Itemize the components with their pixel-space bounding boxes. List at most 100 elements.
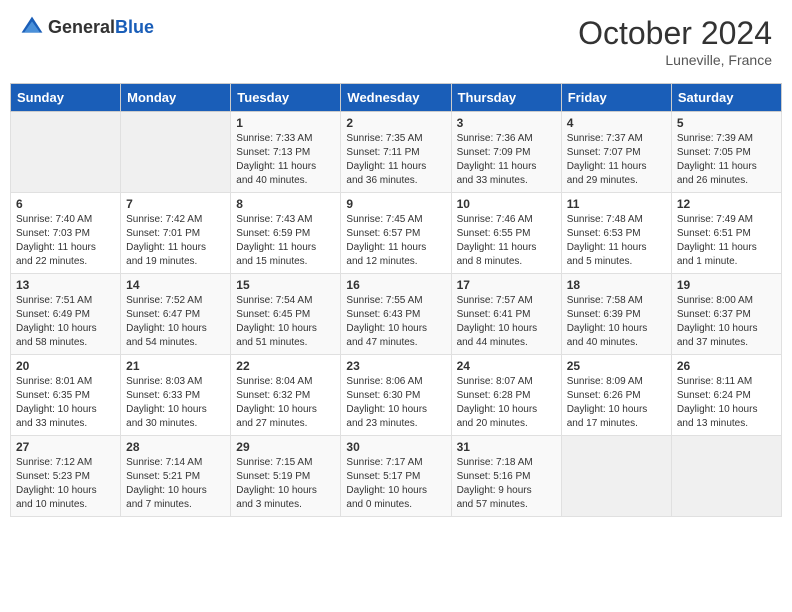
day-info: Sunrise: 8:01 AM Sunset: 6:35 PM Dayligh… — [16, 375, 115, 431]
day-info: Sunrise: 7:43 AM Sunset: 6:59 PM Dayligh… — [236, 213, 335, 269]
logo-text-general: General — [48, 17, 115, 37]
calendar-cell: 22 Sunrise: 8:04 AM Sunset: 6:32 PM Dayli… — [231, 355, 341, 436]
calendar-cell: 24Sunrise: 8:07 AM Sunset: 6:28 PM Dayli… — [451, 355, 561, 436]
day-number: 25 — [567, 359, 666, 373]
calendar-cell: 20 Sunrise: 8:01 AM Sunset: 6:35 PM Dayli… — [11, 355, 121, 436]
calendar-cell: 29 Sunrise: 7:15 AM Sunset: 5:19 PM Dayli… — [231, 436, 341, 517]
calendar-cell: 5 Sunrise: 7:39 AM Sunset: 7:05 PM Daylig… — [671, 112, 781, 193]
calendar-cell: 27Sunrise: 7:12 AM Sunset: 5:23 PM Dayli… — [11, 436, 121, 517]
calendar-cell — [11, 112, 121, 193]
day-info: Sunrise: 7:37 AM Sunset: 7:07 PM Dayligh… — [567, 132, 666, 188]
calendar-cell: 13 Sunrise: 7:51 AM Sunset: 6:49 PM Dayli… — [11, 274, 121, 355]
calendar-cell: 31 Sunrise: 7:18 AM Sunset: 5:16 PM Dayli… — [451, 436, 561, 517]
calendar-cell — [671, 436, 781, 517]
day-info: Sunrise: 7:18 AM Sunset: 5:16 PM Dayligh… — [457, 456, 556, 512]
month-title: October 2024 — [578, 15, 772, 52]
day-number: 21 — [126, 359, 225, 373]
calendar-cell: 8 Sunrise: 7:43 AM Sunset: 6:59 PM Daylig… — [231, 193, 341, 274]
calendar-cell: 10 Sunrise: 7:46 AM Sunset: 6:55 PM Dayli… — [451, 193, 561, 274]
day-info: Sunrise: 7:45 AM Sunset: 6:57 PM Dayligh… — [346, 213, 445, 269]
day-number: 31 — [457, 440, 556, 454]
day-info: Sunrise: 8:03 AM Sunset: 6:33 PM Dayligh… — [126, 375, 225, 431]
day-info: Sunrise: 7:51 AM Sunset: 6:49 PM Dayligh… — [16, 294, 115, 350]
calendar-cell: 1 Sunrise: 7:33 AM Sunset: 7:13 PM Daylig… — [231, 112, 341, 193]
page-header: GeneralBlue October 2024 Luneville, Fran… — [10, 10, 782, 73]
day-info: Sunrise: 7:57 AM Sunset: 6:41 PM Dayligh… — [457, 294, 556, 350]
calendar-cell: 26 Sunrise: 8:11 AM Sunset: 6:24 PM Dayli… — [671, 355, 781, 436]
day-info: Sunrise: 7:40 AM Sunset: 7:03 PM Dayligh… — [16, 213, 115, 269]
calendar-cell: 15 Sunrise: 7:54 AM Sunset: 6:45 PM Dayli… — [231, 274, 341, 355]
calendar-cell: 23 Sunrise: 8:06 AM Sunset: 6:30 PM Dayli… — [341, 355, 451, 436]
day-number: 6 — [16, 197, 115, 211]
day-number: 5 — [677, 116, 776, 130]
header-monday: Monday — [121, 84, 231, 112]
day-number: 18 — [567, 278, 666, 292]
calendar-cell: 9 Sunrise: 7:45 AM Sunset: 6:57 PM Daylig… — [341, 193, 451, 274]
calendar-cell: 17 Sunrise: 7:57 AM Sunset: 6:41 PM Dayli… — [451, 274, 561, 355]
calendar-cell — [561, 436, 671, 517]
day-info: Sunrise: 8:00 AM Sunset: 6:37 PM Dayligh… — [677, 294, 776, 350]
day-number: 1 — [236, 116, 335, 130]
header-saturday: Saturday — [671, 84, 781, 112]
header-sunday: Sunday — [11, 84, 121, 112]
day-number: 3 — [457, 116, 556, 130]
header-wednesday: Wednesday — [341, 84, 451, 112]
day-info: Sunrise: 7:54 AM Sunset: 6:45 PM Dayligh… — [236, 294, 335, 350]
logo-text-blue: Blue — [115, 17, 154, 37]
day-info: Sunrise: 8:11 AM Sunset: 6:24 PM Dayligh… — [677, 375, 776, 431]
header-thursday: Thursday — [451, 84, 561, 112]
day-number: 27 — [16, 440, 115, 454]
day-number: 24 — [457, 359, 556, 373]
day-info: Sunrise: 7:46 AM Sunset: 6:55 PM Dayligh… — [457, 213, 556, 269]
calendar-cell: 7Sunrise: 7:42 AM Sunset: 7:01 PM Daylig… — [121, 193, 231, 274]
calendar-cell: 3 Sunrise: 7:36 AM Sunset: 7:09 PM Daylig… — [451, 112, 561, 193]
calendar-cell: 11Sunrise: 7:48 AM Sunset: 6:53 PM Dayli… — [561, 193, 671, 274]
day-info: Sunrise: 7:35 AM Sunset: 7:11 PM Dayligh… — [346, 132, 445, 188]
day-number: 17 — [457, 278, 556, 292]
day-info: Sunrise: 7:52 AM Sunset: 6:47 PM Dayligh… — [126, 294, 225, 350]
day-info: Sunrise: 7:39 AM Sunset: 7:05 PM Dayligh… — [677, 132, 776, 188]
day-info: Sunrise: 7:14 AM Sunset: 5:21 PM Dayligh… — [126, 456, 225, 512]
calendar-header-row: SundayMondayTuesdayWednesdayThursdayFrid… — [11, 84, 782, 112]
day-info: Sunrise: 7:49 AM Sunset: 6:51 PM Dayligh… — [677, 213, 776, 269]
calendar-week-row: 6 Sunrise: 7:40 AM Sunset: 7:03 PM Daylig… — [11, 193, 782, 274]
calendar-cell: 18 Sunrise: 7:58 AM Sunset: 6:39 PM Dayli… — [561, 274, 671, 355]
calendar-cell — [121, 112, 231, 193]
day-number: 19 — [677, 278, 776, 292]
day-number: 15 — [236, 278, 335, 292]
calendar-cell: 21 Sunrise: 8:03 AM Sunset: 6:33 PM Dayli… — [121, 355, 231, 436]
calendar-cell: 30Sunrise: 7:17 AM Sunset: 5:17 PM Dayli… — [341, 436, 451, 517]
day-info: Sunrise: 7:15 AM Sunset: 5:19 PM Dayligh… — [236, 456, 335, 512]
title-block: October 2024 Luneville, France — [578, 15, 772, 68]
day-number: 16 — [346, 278, 445, 292]
day-number: 23 — [346, 359, 445, 373]
day-info: Sunrise: 8:06 AM Sunset: 6:30 PM Dayligh… — [346, 375, 445, 431]
day-number: 13 — [16, 278, 115, 292]
day-info: Sunrise: 7:58 AM Sunset: 6:39 PM Dayligh… — [567, 294, 666, 350]
calendar-table: SundayMondayTuesdayWednesdayThursdayFrid… — [10, 83, 782, 517]
day-number: 2 — [346, 116, 445, 130]
day-number: 8 — [236, 197, 335, 211]
day-number: 22 — [236, 359, 335, 373]
day-number: 9 — [346, 197, 445, 211]
calendar-week-row: 13 Sunrise: 7:51 AM Sunset: 6:49 PM Dayli… — [11, 274, 782, 355]
day-number: 26 — [677, 359, 776, 373]
location-subtitle: Luneville, France — [578, 52, 772, 68]
day-info: Sunrise: 7:36 AM Sunset: 7:09 PM Dayligh… — [457, 132, 556, 188]
day-info: Sunrise: 8:04 AM Sunset: 6:32 PM Dayligh… — [236, 375, 335, 431]
calendar-cell: 14Sunrise: 7:52 AM Sunset: 6:47 PM Dayli… — [121, 274, 231, 355]
logo-icon — [20, 15, 44, 39]
day-info: Sunrise: 7:33 AM Sunset: 7:13 PM Dayligh… — [236, 132, 335, 188]
day-number: 28 — [126, 440, 225, 454]
calendar-cell: 25Sunrise: 8:09 AM Sunset: 6:26 PM Dayli… — [561, 355, 671, 436]
day-number: 12 — [677, 197, 776, 211]
day-info: Sunrise: 7:55 AM Sunset: 6:43 PM Dayligh… — [346, 294, 445, 350]
day-number: 10 — [457, 197, 556, 211]
day-number: 29 — [236, 440, 335, 454]
day-number: 20 — [16, 359, 115, 373]
calendar-cell: 6 Sunrise: 7:40 AM Sunset: 7:03 PM Daylig… — [11, 193, 121, 274]
logo: GeneralBlue — [20, 15, 154, 39]
day-number: 7 — [126, 197, 225, 211]
day-number: 4 — [567, 116, 666, 130]
calendar-week-row: 1 Sunrise: 7:33 AM Sunset: 7:13 PM Daylig… — [11, 112, 782, 193]
